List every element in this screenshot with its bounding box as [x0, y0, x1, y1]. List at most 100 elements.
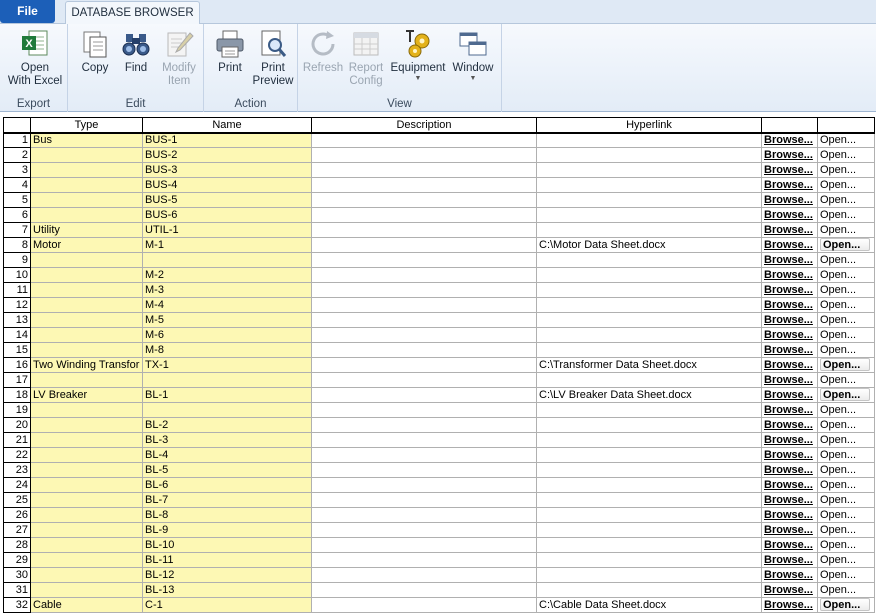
hyperlink-cell[interactable]: C:\Transformer Data Sheet.docx: [536, 357, 762, 373]
table-row[interactable]: 22 BL-4 Browse... Open...: [3, 447, 875, 463]
hyperlink-cell[interactable]: [536, 372, 762, 388]
hyperlink-cell[interactable]: [536, 282, 762, 298]
open-button[interactable]: Open...: [820, 299, 856, 312]
name-cell[interactable]: BL-10: [142, 537, 312, 553]
open-cell[interactable]: Open...: [817, 567, 875, 583]
table-row[interactable]: 13 M-5 Browse... Open...: [3, 312, 875, 328]
open-button[interactable]: Open...: [820, 164, 856, 177]
description-cell[interactable]: [311, 192, 537, 208]
hyperlink-cell[interactable]: [536, 132, 762, 148]
report-config-button[interactable]: Report Config: [346, 28, 386, 88]
hyperlink-cell[interactable]: [536, 477, 762, 493]
type-cell[interactable]: [30, 477, 143, 493]
description-cell[interactable]: [311, 507, 537, 523]
row-number[interactable]: 27: [3, 522, 31, 538]
open-button[interactable]: Open...: [820, 314, 856, 327]
browse-button[interactable]: Browse...: [761, 147, 818, 163]
browse-button[interactable]: Browse...: [761, 492, 818, 508]
type-column-header[interactable]: Type: [30, 117, 143, 134]
row-number[interactable]: 4: [3, 177, 31, 193]
open-cell[interactable]: Open...: [817, 132, 875, 148]
open-cell[interactable]: Open...: [817, 507, 875, 523]
open-button[interactable]: Open...: [820, 344, 856, 357]
type-cell[interactable]: [30, 552, 143, 568]
name-cell[interactable]: BUS-2: [142, 147, 312, 163]
window-dropdown-button[interactable]: Window ▼: [450, 28, 496, 83]
name-cell[interactable]: BL-5: [142, 462, 312, 478]
description-cell[interactable]: [311, 462, 537, 478]
table-row[interactable]: 28 BL-10 Browse... Open...: [3, 537, 875, 553]
row-number[interactable]: 14: [3, 327, 31, 343]
open-cell[interactable]: Open...: [817, 447, 875, 463]
open-button[interactable]: Open...: [820, 134, 856, 147]
table-row[interactable]: 26 BL-8 Browse... Open...: [3, 507, 875, 523]
refresh-button[interactable]: Refresh: [302, 28, 344, 75]
name-cell[interactable]: M-3: [142, 282, 312, 298]
hyperlink-cell[interactable]: [536, 327, 762, 343]
description-cell[interactable]: [311, 522, 537, 538]
type-cell[interactable]: [30, 207, 143, 223]
description-cell[interactable]: [311, 537, 537, 553]
hyperlink-cell[interactable]: [536, 447, 762, 463]
description-cell[interactable]: [311, 327, 537, 343]
row-number[interactable]: 31: [3, 582, 31, 598]
browse-button[interactable]: Browse...: [761, 177, 818, 193]
table-row[interactable]: 8 Motor M-1 C:\Motor Data Sheet.docx Browse.…: [3, 237, 875, 253]
description-cell[interactable]: [311, 237, 537, 253]
open-button[interactable]: Open...: [820, 404, 856, 417]
open-button[interactable]: Open...: [820, 449, 856, 462]
open-button[interactable]: Open...: [820, 584, 856, 597]
open-cell[interactable]: Open...: [817, 237, 875, 253]
table-row[interactable]: 11 M-3 Browse... Open...: [3, 282, 875, 298]
row-number[interactable]: 24: [3, 477, 31, 493]
hyperlink-cell[interactable]: [536, 432, 762, 448]
row-number[interactable]: 5: [3, 192, 31, 208]
name-cell[interactable]: BUS-3: [142, 162, 312, 178]
open-cell[interactable]: Open...: [817, 312, 875, 328]
name-cell[interactable]: BL-2: [142, 417, 312, 433]
browse-button[interactable]: Browse...: [761, 402, 818, 418]
name-cell[interactable]: BL-12: [142, 567, 312, 583]
row-number[interactable]: 28: [3, 537, 31, 553]
browse-button[interactable]: Browse...: [761, 192, 818, 208]
row-number[interactable]: 10: [3, 267, 31, 283]
open-button[interactable]: Open...: [820, 194, 856, 207]
open-button[interactable]: Open...: [820, 509, 856, 522]
table-row[interactable]: 2 BUS-2 Browse... Open...: [3, 147, 875, 163]
hyperlink-cell[interactable]: [536, 342, 762, 358]
type-cell[interactable]: [30, 312, 143, 328]
type-cell[interactable]: [30, 432, 143, 448]
open-cell[interactable]: Open...: [817, 222, 875, 238]
row-number[interactable]: 9: [3, 252, 31, 268]
open-button[interactable]: Open...: [820, 419, 856, 432]
name-cell[interactable]: BUS-6: [142, 207, 312, 223]
row-number[interactable]: 1: [3, 132, 31, 148]
hyperlink-cell[interactable]: [536, 177, 762, 193]
description-cell[interactable]: [311, 297, 537, 313]
open-button[interactable]: Open...: [820, 329, 856, 342]
table-row[interactable]: 9 Browse... Open...: [3, 252, 875, 268]
description-column-header[interactable]: Description: [311, 117, 537, 134]
name-cell[interactable]: BL-13: [142, 582, 312, 598]
open-cell[interactable]: Open...: [817, 267, 875, 283]
row-number[interactable]: 15: [3, 342, 31, 358]
table-row[interactable]: 15 M-8 Browse... Open...: [3, 342, 875, 358]
open-cell[interactable]: Open...: [817, 492, 875, 508]
open-cell[interactable]: Open...: [817, 282, 875, 298]
browse-button[interactable]: Browse...: [761, 132, 818, 148]
open-cell[interactable]: Open...: [817, 357, 875, 373]
hyperlink-cell[interactable]: [536, 507, 762, 523]
description-cell[interactable]: [311, 402, 537, 418]
name-column-header[interactable]: Name: [142, 117, 312, 134]
open-cell[interactable]: Open...: [817, 537, 875, 553]
table-row[interactable]: 16 Two Winding Transfor TX-1 C:\Transformer…: [3, 357, 875, 373]
name-cell[interactable]: BL-8: [142, 507, 312, 523]
open-button[interactable]: Open...: [820, 539, 856, 552]
type-cell[interactable]: Bus: [30, 132, 143, 148]
type-cell[interactable]: [30, 282, 143, 298]
open-cell[interactable]: Open...: [817, 162, 875, 178]
name-cell[interactable]: M-1: [142, 237, 312, 253]
name-cell[interactable]: M-6: [142, 327, 312, 343]
open-button[interactable]: Open...: [820, 434, 856, 447]
type-cell[interactable]: [30, 297, 143, 313]
